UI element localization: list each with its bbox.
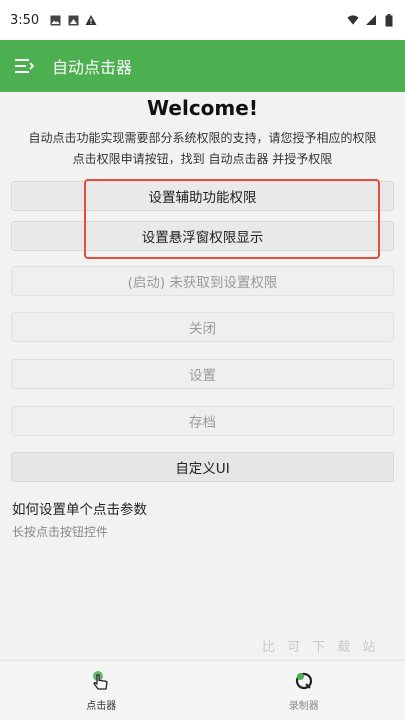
nav-item-clicker[interactable]: 点击器 — [0, 661, 203, 720]
overlay-permission-button[interactable]: 设置悬浮窗权限显示 — [11, 221, 394, 251]
intro-text: 自动点击功能实现需要部分系统权限的支持，请您授予相应的权限 点击权限申请按钮，找… — [12, 128, 393, 170]
welcome-heading: Welcome! — [147, 96, 258, 120]
nav-label-clicker: 点击器 — [86, 701, 117, 712]
wifi-icon — [347, 14, 359, 26]
battery-icon — [383, 13, 395, 26]
settings-button[interactable]: 设置 — [11, 359, 394, 389]
status-left: 3:50 — [10, 13, 97, 28]
bottom-nav: 点击器 录制器 — [0, 660, 405, 720]
status-bar: 3:50 — [0, 0, 405, 40]
close-button[interactable]: 关闭 — [11, 312, 394, 342]
accessibility-permission-button[interactable]: 设置辅助功能权限 — [11, 181, 394, 211]
status-right — [347, 13, 395, 26]
warning-icon — [85, 14, 97, 26]
intro-line-1: 自动点击功能实现需要部分系统权限的支持，请您授予相应的权限 — [28, 131, 377, 145]
start-button[interactable]: (启动) 未获取到设置权限 — [11, 266, 394, 296]
howto-title: 如何设置单个点击参数 — [12, 502, 147, 518]
app-title: 自动点击器 — [52, 58, 133, 77]
status-time: 3:50 — [10, 12, 40, 28]
archive-button[interactable]: 存档 — [11, 406, 394, 436]
custom-ui-button[interactable]: 自定义UI — [11, 452, 394, 482]
watermark-text: 比 可 下 载 站 — [262, 640, 380, 655]
howto-description: 长按点击按钮控件 — [12, 525, 109, 539]
menu-icon[interactable] — [14, 55, 36, 77]
photo-notification-icon — [67, 14, 79, 26]
nav-item-recorder[interactable]: 录制器 — [203, 661, 405, 720]
intro-line-2: 点击权限申请按钮，找到 自动点击器 并授予权限 — [72, 152, 333, 166]
signal-icon — [365, 14, 377, 26]
image-notification-icon — [49, 14, 61, 26]
record-icon — [292, 669, 316, 693]
app-bar: 自动点击器 — [0, 40, 405, 92]
main-content: Welcome! 自动点击功能实现需要部分系统权限的支持，请您授予相应的权限 点… — [0, 92, 405, 655]
nav-label-recorder: 录制器 — [288, 701, 319, 712]
hand-pointer-icon — [89, 669, 113, 693]
